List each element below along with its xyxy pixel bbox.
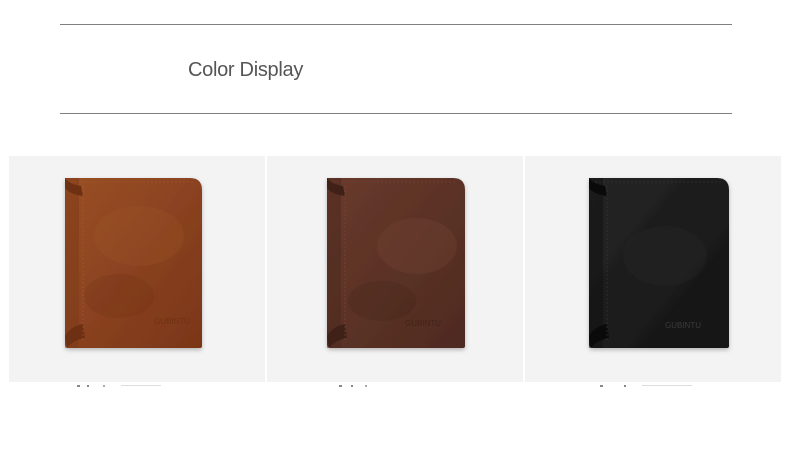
color-display-page: Color Display GUBINTU GUBINTU GUBINTU — [0, 0, 790, 472]
top-divider — [60, 24, 732, 25]
bottom-divider — [60, 113, 732, 114]
wallet-image-coffee: GUBINTU — [327, 178, 465, 348]
wallet-image-brown: GUBINTU — [65, 178, 202, 348]
wallet-logo-brown: GUBINTU — [154, 317, 190, 326]
product-tile-black[interactable]: GUBINTU — [525, 156, 781, 382]
product-tile-brown[interactable]: GUBINTU — [9, 156, 265, 382]
caption-fragment-1 — [77, 385, 161, 387]
section-title: Color Display — [188, 59, 304, 81]
caption-fragment-2 — [339, 385, 367, 387]
wallet-image-black: GUBINTU — [589, 178, 729, 348]
wallet-logo-black: GUBINTU — [665, 321, 701, 330]
product-tile-coffee[interactable]: GUBINTU — [267, 156, 523, 382]
caption-fragment-3 — [600, 385, 692, 387]
wallet-logo-coffee: GUBINTU — [405, 319, 441, 328]
